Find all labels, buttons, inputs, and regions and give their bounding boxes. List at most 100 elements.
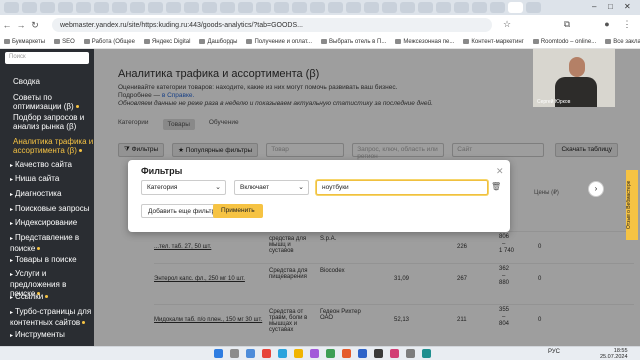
app-icon-1[interactable]: [262, 349, 271, 358]
url-field[interactable]: webmaster.yandex.ru/site/https:kuding.ru…: [52, 18, 492, 32]
browser-tab[interactable]: [58, 2, 73, 13]
browser-tab[interactable]: [94, 2, 109, 13]
folder-icon: [246, 39, 253, 44]
sidebar-item[interactable]: Советы по оптимизации (β): [13, 93, 94, 111]
browser-tab[interactable]: [382, 2, 397, 13]
bookmark-item[interactable]: Дашборды: [199, 39, 237, 45]
reload-icon[interactable]: ↻: [28, 20, 42, 31]
sidebar-item[interactable]: ▸ Ниша сайта: [10, 174, 92, 185]
browser-tab[interactable]: [328, 2, 343, 13]
sidebar-item[interactable]: ▸ Товары в поиске: [10, 255, 92, 266]
sidebar-item[interactable]: ▸ Индексирование: [10, 218, 92, 229]
browser-tab[interactable]: [526, 2, 541, 13]
browser-tab[interactable]: [508, 2, 523, 13]
operator-select[interactable]: Включает ⌄: [234, 180, 309, 195]
browser-tab[interactable]: [274, 2, 289, 13]
sidebar-item[interactable]: Сводка: [13, 77, 94, 86]
browser-tab[interactable]: [256, 2, 271, 13]
browser-tab[interactable]: [220, 2, 235, 13]
app-icon-7[interactable]: [390, 349, 399, 358]
browser-tab[interactable]: [310, 2, 325, 13]
chrome-icon[interactable]: [294, 349, 303, 358]
app-icon-4[interactable]: [342, 349, 351, 358]
maximize-button[interactable]: □: [608, 2, 613, 11]
bookmark-item[interactable]: Межсезонная пе...: [395, 39, 454, 45]
caret-right-icon: ▸: [10, 177, 14, 183]
sidebar-item[interactable]: ▸ Ссылки: [10, 292, 92, 303]
browser-tab[interactable]: [184, 2, 199, 13]
browser-tab[interactable]: [292, 2, 307, 13]
app-icon-9[interactable]: [422, 349, 431, 358]
browser-tab[interactable]: [22, 2, 37, 13]
browser-tab[interactable]: [400, 2, 415, 13]
field-select[interactable]: Категория ⌄: [141, 180, 226, 195]
menu-icon[interactable]: ⋮: [620, 19, 634, 30]
extensions-icon[interactable]: ⧉: [560, 19, 574, 30]
sidebar-search-input[interactable]: Поиск: [5, 52, 89, 64]
back-icon[interactable]: ←: [0, 20, 14, 30]
filter-value-input[interactable]: ноутбуки: [316, 180, 488, 195]
browser-tab[interactable]: [454, 2, 469, 13]
bookmark-item[interactable]: Все закладки: [605, 39, 640, 45]
sidebar-item[interactable]: Подбор запросов и анализ рынка (β): [13, 113, 94, 131]
close-icon[interactable]: ✕: [496, 166, 504, 177]
task-view-icon[interactable]: [246, 349, 255, 358]
browser-tab[interactable]: [238, 2, 253, 13]
browser-tab[interactable]: [40, 2, 55, 13]
forward-icon[interactable]: →: [14, 20, 28, 30]
add-filter-button[interactable]: Добавить еще фильтр: [141, 204, 223, 218]
browser-tab-strip: [0, 0, 640, 15]
browser-tab[interactable]: [202, 2, 217, 13]
language-indicator[interactable]: РУС: [548, 349, 560, 355]
feedback-tab[interactable]: Отзыв о Вебмастере: [626, 170, 638, 240]
bookmark-label: Все закладки: [613, 38, 640, 45]
sidebar-item[interactable]: ▸ Диагностика: [10, 189, 92, 200]
bookmark-item[interactable]: Букмаркеты: [4, 39, 45, 45]
bookmark-item[interactable]: Выбрать отель в П...: [321, 39, 386, 45]
sidebar-item-label: Турбо-страницы для контентных сайтов: [10, 307, 92, 327]
chevron-right-icon[interactable]: ›: [588, 181, 604, 197]
bookmark-item[interactable]: Яндекс Digital: [143, 39, 190, 45]
close-window-button[interactable]: ✕: [624, 2, 631, 11]
browser-tab[interactable]: [112, 2, 127, 13]
bookmark-item[interactable]: SEO: [54, 39, 75, 45]
browser-tab[interactable]: [148, 2, 163, 13]
browser-tab[interactable]: [166, 2, 181, 13]
minimize-button[interactable]: –: [592, 2, 596, 11]
bookmark-item[interactable]: Получение и оплат...: [246, 39, 312, 45]
browser-tab[interactable]: [364, 2, 379, 13]
browser-tab[interactable]: [76, 2, 91, 13]
browser-tab[interactable]: [472, 2, 487, 13]
sidebar-item[interactable]: ▸ Поисковые запросы: [10, 204, 92, 215]
browser-tab[interactable]: [346, 2, 361, 13]
browser-tab[interactable]: [490, 2, 505, 13]
star-icon[interactable]: ☆: [500, 19, 514, 30]
sidebar-item[interactable]: ▸ Турбо-страницы для контентных сайтов: [10, 307, 92, 327]
trash-icon[interactable]: 🗑: [491, 182, 501, 191]
app-icon-8[interactable]: [406, 349, 415, 358]
app-icon-2[interactable]: [310, 349, 319, 358]
profile-icon[interactable]: ●: [600, 19, 614, 29]
bookmark-item[interactable]: Контент-маркетинг: [463, 39, 524, 45]
search-icon[interactable]: [230, 349, 239, 358]
sidebar-item[interactable]: ▸ Инструменты: [10, 330, 92, 341]
bookmark-item[interactable]: Roomtodo – online...: [532, 39, 596, 45]
telegram-icon[interactable]: [278, 349, 287, 358]
browser-tab[interactable]: [436, 2, 451, 13]
browser-tab[interactable]: [130, 2, 145, 13]
sidebar-item[interactable]: ▸ Представление в поиске: [10, 233, 92, 253]
browser-tab[interactable]: [4, 2, 19, 13]
app-icon-5[interactable]: [358, 349, 367, 358]
app-icon-6[interactable]: [374, 349, 383, 358]
caret-right-icon: ▸: [10, 192, 14, 198]
sidebar-item[interactable]: ▸ Качество сайта: [10, 160, 92, 171]
bookmark-item[interactable]: Работа (Общее: [83, 39, 135, 45]
browser-tab[interactable]: [418, 2, 433, 13]
sidebar-item[interactable]: Аналитика трафика и ассортимента (β): [13, 137, 94, 155]
windows-start-icon[interactable]: [214, 349, 223, 358]
folder-icon: [143, 39, 150, 44]
modal-title: Фильтры: [141, 166, 183, 176]
clock[interactable]: 18:55 25.07.2024: [600, 348, 628, 360]
apply-button[interactable]: Применить: [213, 204, 263, 218]
app-icon-3[interactable]: [326, 349, 335, 358]
